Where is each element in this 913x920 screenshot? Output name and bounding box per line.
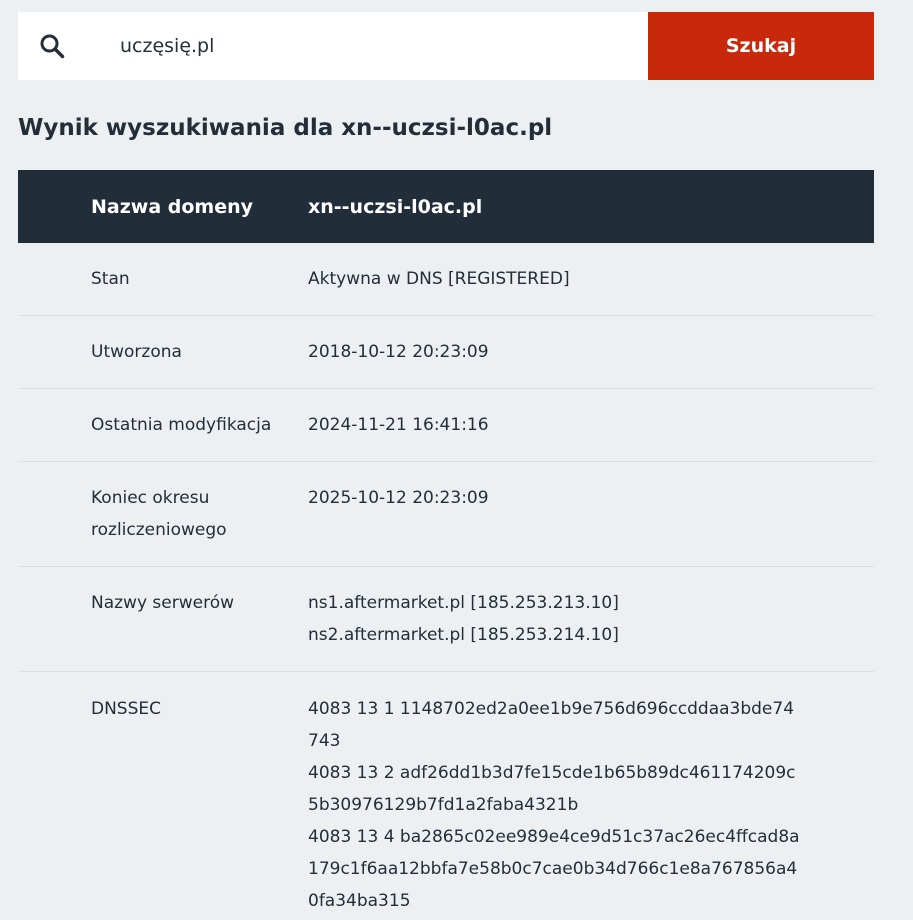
header-label: Nazwa domeny <box>91 195 254 218</box>
row-value: Aktywna w DNS [REGISTERED] <box>308 263 874 295</box>
table-row-status: Stan Aktywna w DNS [REGISTERED] <box>18 243 874 316</box>
created-value: 2018-10-12 20:23:09 <box>308 342 489 362</box>
row-value: 2024-11-21 16:41:16 <box>308 409 874 441</box>
magnifier-glyph <box>40 34 65 59</box>
search-input[interactable] <box>86 12 648 80</box>
search-button[interactable]: Szukaj <box>648 12 874 80</box>
row-label: Utworzona <box>91 342 182 362</box>
table-header: Nazwa domeny xn--uczsi-l0ac.pl <box>18 170 874 243</box>
billing-end-value: 2025-10-12 20:23:09 <box>308 488 489 508</box>
status-value: Aktywna w DNS [REGISTERED] <box>308 269 570 289</box>
row-value: ns1.aftermarket.pl [185.253.213.10] ns2.… <box>308 587 874 651</box>
header-domain-name: xn--uczsi-l0ac.pl <box>308 195 483 218</box>
row-value: 4083 13 1 1148702ed2a0ee1b9e756d696ccdda… <box>308 693 874 917</box>
table-row-modified: Ostatnia modyfikacja 2024-11-21 16:41:16 <box>18 389 874 462</box>
table-row-dnssec: DNSSEC 4083 13 1 1148702ed2a0ee1b9e756d6… <box>18 672 874 917</box>
row-label: Koniec okresu rozliczeniowego <box>91 488 227 540</box>
row-label: Stan <box>91 269 130 289</box>
dnssec-record-2: 4083 13 2 adf26dd1b3d7fe15cde1b65b89dc46… <box>308 763 796 815</box>
row-label: DNSSEC <box>91 699 162 719</box>
row-label: Ostatnia modyfikacja <box>91 415 272 435</box>
dnssec-record-3: 4083 13 4 ba2865c02ee989e4ce9d51c37ac26e… <box>308 827 800 911</box>
row-label: Nazwy serwerów <box>91 593 235 613</box>
search-bar: Szukaj <box>18 12 874 80</box>
page-title: Wynik wyszukiwania dla xn--uczsi-l0ac.pl <box>18 115 553 141</box>
search-icon[interactable] <box>18 12 86 80</box>
table-row-billing-end: Koniec okresu rozliczeniowego 2025-10-12… <box>18 462 874 567</box>
row-value: 2025-10-12 20:23:09 <box>308 482 874 546</box>
domain-details-table: Nazwa domeny xn--uczsi-l0ac.pl Stan Akty… <box>18 170 874 917</box>
row-value: 2018-10-12 20:23:09 <box>308 336 874 368</box>
nameserver-2: ns2.aftermarket.pl [185.253.214.10] <box>308 625 619 645</box>
dnssec-record-1: 4083 13 1 1148702ed2a0ee1b9e756d696ccdda… <box>308 699 795 751</box>
modified-value: 2024-11-21 16:41:16 <box>308 415 489 435</box>
table-row-created: Utworzona 2018-10-12 20:23:09 <box>18 316 874 389</box>
nameserver-1: ns1.aftermarket.pl [185.253.213.10] <box>308 593 619 613</box>
table-row-nameservers: Nazwy serwerów ns1.aftermarket.pl [185.2… <box>18 567 874 672</box>
